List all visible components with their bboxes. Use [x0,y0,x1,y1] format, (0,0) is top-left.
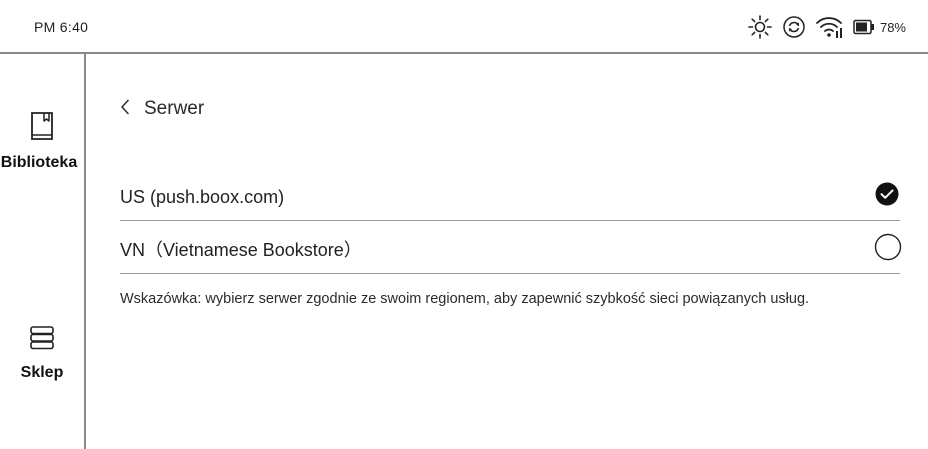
books-stack-icon [28,324,56,357]
wifi-icon[interactable] [815,14,845,40]
page-title: Serwer [144,98,205,119]
server-list: US (push.boox.com) VN（Vietnamese Booksto… [120,172,902,274]
server-option-us[interactable]: US (push.boox.com) [120,172,900,221]
radio-unchecked-icon[interactable] [874,233,902,261]
brightness-icon[interactable] [747,14,773,40]
status-icons: 78% [747,10,906,44]
sidebar-item-library[interactable]: Biblioteka [0,110,84,172]
radio-checked-icon[interactable] [874,181,900,207]
left-rail: Biblioteka Sklep [0,54,86,449]
chevron-left-icon[interactable] [120,99,130,120]
status-time: PM 6:40 [34,19,89,35]
server-option-label: US (push.boox.com) [120,187,285,207]
server-option-label: VN（Vietnamese Bookstore） [120,239,362,260]
main-content: Serwer US (push.boox.com) VN（Vietnamese … [86,54,928,449]
battery-percent: 78% [879,19,906,35]
server-option-vn[interactable]: VN（Vietnamese Bookstore） [120,221,902,274]
battery-icon [853,19,875,35]
sidebar-item-label: Biblioteka [0,154,78,171]
book-icon [29,110,55,147]
hint-text: Wskazówka: wybierz serwer zgodnie ze swo… [120,291,810,307]
sync-icon[interactable] [781,14,807,40]
sidebar-item-label: Sklep [20,364,64,381]
sidebar-item-store[interactable]: Sklep [0,324,84,382]
back-button[interactable]: Serwer [120,98,204,120]
status-bar: PM 6:40 78% [0,0,928,54]
